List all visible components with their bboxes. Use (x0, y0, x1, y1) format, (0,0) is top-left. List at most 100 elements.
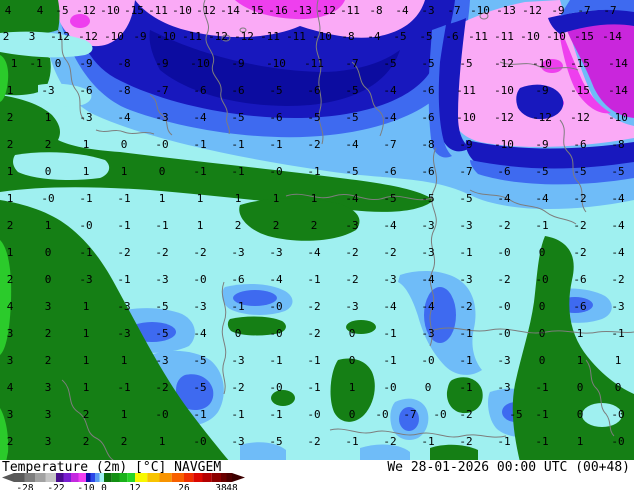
colorbar-right-arrow (232, 473, 245, 482)
temp-value-label: -0 (383, 381, 396, 394)
temp-value-label: -1 (269, 354, 282, 367)
temp-value-label: 1 (577, 354, 584, 367)
temp-value-label: -5 (269, 84, 282, 97)
temp-value-label: -3 (231, 435, 244, 448)
temp-value-label: -4 (395, 4, 409, 17)
temp-value-label: -5 (155, 300, 168, 313)
temp-value-label: -0 (269, 381, 282, 394)
temp-value-label: 0 (577, 408, 584, 421)
temp-value-label: -6 (573, 300, 586, 313)
temp-value-label: -1 (383, 354, 396, 367)
temp-value-label: 2 (7, 111, 14, 124)
temp-value-label: -1 (459, 381, 472, 394)
temp-value-label: 0 (45, 165, 52, 178)
temp-value-label: 0 (539, 354, 546, 367)
temp-value-label: -6 (573, 273, 586, 286)
temp-value-label: -2 (573, 246, 586, 259)
temp-value-label: 1 (349, 381, 356, 394)
colorbar-segment (119, 473, 128, 482)
temp-value-label: -9 (535, 138, 548, 151)
temp-value-label: 4 (5, 4, 12, 17)
temp-value-label: -14 (608, 84, 628, 97)
colorbar-segment (221, 473, 227, 482)
temp-value-label: -10 (520, 30, 540, 43)
temp-value-label: -0 (497, 246, 510, 259)
temp-value-label: 4 (7, 381, 14, 394)
temp-value-label: 1 (7, 84, 14, 97)
colorbar-segment (202, 473, 212, 482)
temp-value-label: -0 (193, 435, 206, 448)
temp-value-label: -10 (312, 30, 332, 43)
temp-value-label: -5 (345, 165, 358, 178)
temp-value-label: -1 (231, 138, 244, 151)
temp-value-label: -2 (193, 246, 206, 259)
temp-value-label: -0 (611, 408, 624, 421)
temp-value-label: -6 (193, 84, 206, 97)
temp-value-label: -6 (421, 84, 434, 97)
temp-value-label: 1 (235, 192, 242, 205)
temp-value-label: 0 (235, 327, 242, 340)
temp-value-label: -4 (367, 30, 381, 43)
temp-value-label: -0 (497, 300, 510, 313)
temp-value-label: -2 (383, 435, 396, 448)
temp-value-label: -0 (41, 192, 54, 205)
temp-value-label: -10 (532, 57, 552, 70)
temp-value-label: -5 (345, 84, 358, 97)
temp-value-label: 1 (11, 57, 18, 70)
temp-value-label: -3 (497, 354, 510, 367)
temp-value-label: -14 (602, 30, 622, 43)
temp-value-label: -3 (383, 273, 396, 286)
temp-value-label: 1 (615, 354, 622, 367)
temp-value-label: 2 (7, 273, 14, 286)
temp-value-label: -9 (551, 4, 564, 17)
temp-value-label: -1 (497, 435, 510, 448)
temp-value-label: 0 (45, 273, 52, 286)
temp-value-label: -3 (193, 300, 206, 313)
temp-value-label: -15 (244, 4, 264, 17)
temp-value-label: -9 (535, 84, 548, 97)
temp-value-label: -11 (304, 57, 324, 70)
temp-value-label: -1 (535, 408, 548, 421)
temp-value-label: -7 (403, 408, 416, 421)
temp-value-label: -2 (383, 246, 396, 259)
temp-value-label: 3 (7, 327, 14, 340)
temp-value-label: -3 (155, 354, 168, 367)
temp-value-label: -2 (307, 300, 320, 313)
temp-value-label: -12 (78, 30, 98, 43)
temp-value-label: -9 (155, 57, 168, 70)
temp-value-label: -4 (421, 300, 435, 313)
temp-value-label: -4 (193, 111, 207, 124)
temp-value-label: -0 (79, 219, 92, 232)
temp-value-label: -13 (292, 4, 312, 17)
temp-value-label: -4 (535, 192, 549, 205)
temp-value-label: -2 (345, 246, 358, 259)
temp-value-label: -0 (155, 138, 168, 151)
temp-value-label: 2 (7, 435, 14, 448)
temp-value-label: -1 (155, 219, 168, 232)
temp-value-label: -2 (497, 273, 510, 286)
temp-value-label: 1 (577, 435, 584, 448)
temp-value-label: -8 (117, 57, 130, 70)
temp-value-label: -2 (497, 219, 510, 232)
temp-value-label: -10 (494, 138, 514, 151)
temp-value-label: 1 (45, 219, 52, 232)
temp-value-label: -2 (155, 246, 168, 259)
temp-value-label: -4 (611, 219, 625, 232)
temp-value-label: 1 (273, 192, 280, 205)
colorbar-segment (90, 473, 95, 482)
temp-value-label: -4 (421, 273, 435, 286)
temp-value-label: -3 (421, 246, 434, 259)
temp-value-label: -9 (459, 138, 472, 151)
temp-value-label: -6 (497, 165, 510, 178)
temp-value-label: -3 (497, 381, 510, 394)
temp-value-label: -2 (117, 246, 130, 259)
temp-value-label: -0 (433, 408, 446, 421)
temp-value-label: 0 (45, 246, 52, 259)
temp-value-label: -2 (611, 273, 624, 286)
temp-value-label: 0 (539, 246, 546, 259)
temp-value-label: -5 (535, 165, 548, 178)
temp-value-label: 1 (159, 435, 166, 448)
colorbar-tick-label: 38 (215, 483, 227, 490)
temp-value-label: -0 (497, 327, 510, 340)
temp-value-label: -5 (459, 192, 472, 205)
